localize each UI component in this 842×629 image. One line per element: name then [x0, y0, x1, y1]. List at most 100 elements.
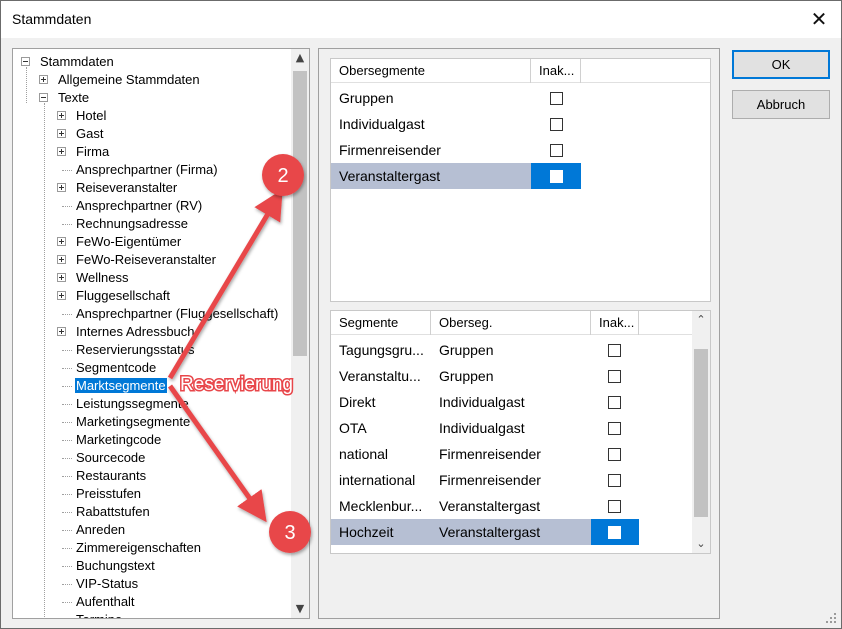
inaktiv-checkbox[interactable] [550, 144, 563, 157]
cell-inaktiv[interactable] [531, 111, 581, 137]
tree-item[interactable]: Ansprechpartner (Firma) [75, 161, 219, 179]
col-inaktiv[interactable]: Inak... [531, 59, 581, 83]
tree-item[interactable]: Stammdaten [39, 53, 115, 71]
tree-item[interactable]: Rechnungsadresse [75, 215, 189, 233]
table-row[interactable]: Mecklenbur... Veranstaltergast [331, 493, 710, 519]
tree-item[interactable]: FeWo-Eigentümer [75, 233, 182, 251]
tree-scrollbar[interactable]: ▲ ▼ [291, 49, 309, 618]
inaktiv-checkbox[interactable] [608, 474, 621, 487]
tree-item[interactable]: Ansprechpartner (Fluggesellschaft) [75, 305, 279, 323]
segmente-scrollbar[interactable]: ⌃ ⌄ [692, 311, 710, 553]
col-segmente[interactable]: Segmente [331, 311, 431, 335]
tree-item[interactable]: Gast [75, 125, 104, 143]
inaktiv-checkbox[interactable] [608, 422, 621, 435]
cell-inaktiv[interactable] [591, 363, 639, 389]
expand-icon[interactable] [57, 291, 66, 300]
tree-item[interactable]: Reiseveranstalter [75, 179, 178, 197]
ok-button[interactable]: OK [732, 50, 830, 79]
table-row[interactable]: Individualgast [331, 111, 710, 137]
inaktiv-checkbox[interactable] [608, 448, 621, 461]
table-row[interactable]: Gruppen [331, 85, 710, 111]
scroll-up-icon[interactable]: ⌃ [692, 311, 710, 329]
inaktiv-checkbox[interactable] [550, 92, 563, 105]
tree-item[interactable]: Sourcecode [75, 449, 146, 467]
tree-item[interactable]: Marketingcode [75, 431, 162, 449]
table-row[interactable]: OTA Individualgast [331, 415, 710, 441]
cell-inaktiv[interactable] [591, 467, 639, 493]
cell-inaktiv[interactable] [531, 137, 581, 163]
cell-inaktiv[interactable] [591, 519, 639, 545]
cell-inaktiv[interactable] [591, 415, 639, 441]
tree-item[interactable]: Wellness [75, 269, 130, 287]
col-obersegmente[interactable]: Obersegmente [331, 59, 531, 83]
close-icon[interactable]: ✕ [797, 1, 841, 38]
inaktiv-checkbox[interactable] [550, 118, 563, 131]
col-oberseg[interactable]: Oberseg. [431, 311, 591, 335]
expand-icon[interactable] [57, 273, 66, 282]
expand-icon[interactable] [57, 183, 66, 192]
expand-icon[interactable] [57, 255, 66, 264]
segmente-scroll-thumb[interactable] [694, 349, 708, 517]
scroll-down-icon[interactable]: ▼ [291, 600, 309, 618]
expand-icon[interactable] [39, 75, 48, 84]
cell-inaktiv[interactable] [591, 337, 639, 363]
inaktiv-checkbox[interactable] [608, 526, 621, 539]
tree-item[interactable]: Marktsegmente [75, 377, 167, 395]
obersegmente-grid[interactable]: Obersegmente Inak... Gruppen Individualga… [330, 58, 711, 302]
inaktiv-checkbox[interactable] [608, 500, 621, 513]
inaktiv-checkbox[interactable] [550, 170, 563, 183]
tree-item[interactable]: VIP-Status [75, 575, 139, 593]
inaktiv-checkbox[interactable] [608, 396, 621, 409]
tree-item[interactable]: Marketingsegmente [75, 413, 191, 431]
table-row[interactable]: international Firmenreisender [331, 467, 710, 493]
expand-icon[interactable] [57, 327, 66, 336]
cell-inaktiv[interactable] [591, 441, 639, 467]
inaktiv-checkbox[interactable] [608, 344, 621, 357]
cell-inaktiv[interactable] [591, 493, 639, 519]
expand-icon[interactable] [57, 147, 66, 156]
cancel-button[interactable]: Abbruch [732, 90, 830, 119]
resize-grip-icon[interactable] [825, 612, 837, 624]
tree-item[interactable]: Preisstufen [75, 485, 142, 503]
cell-inaktiv[interactable] [591, 389, 639, 415]
tree-view[interactable]: Stammdaten Allgemeine Stammdaten Texte Hote… [12, 48, 310, 619]
tree-item[interactable]: Aufenthalt [75, 593, 136, 611]
scroll-down-icon[interactable]: ⌄ [692, 535, 710, 553]
tree-item[interactable]: Termine [75, 611, 123, 618]
cell-inaktiv[interactable] [531, 163, 581, 189]
table-row[interactable]: Tagungsgru... Gruppen [331, 337, 710, 363]
tree-item[interactable]: Restaurants [75, 467, 147, 485]
table-row[interactable]: Veranstaltergast [331, 163, 710, 189]
expand-icon[interactable] [57, 129, 66, 138]
tree-item[interactable]: Hotel [75, 107, 107, 125]
tree-item[interactable]: FeWo-Reiseveranstalter [75, 251, 217, 269]
segmente-grid[interactable]: Segmente Oberseg. Inak... Tagungsgru... G… [330, 310, 711, 554]
table-row[interactable]: Direkt Individualgast [331, 389, 710, 415]
tree-item[interactable]: Fluggesellschaft [75, 287, 171, 305]
tree-item[interactable]: Firma [75, 143, 110, 161]
table-row[interactable]: national Firmenreisender [331, 441, 710, 467]
tree-item[interactable]: Reservierungsstatus [75, 341, 196, 359]
inaktiv-checkbox[interactable] [608, 370, 621, 383]
tree-scroll-thumb[interactable] [293, 71, 307, 356]
tree-item[interactable]: Segmentcode [75, 359, 157, 377]
expand-icon[interactable] [57, 237, 66, 246]
col-inaktiv[interactable]: Inak... [591, 311, 639, 335]
tree-item[interactable]: Rabattstufen [75, 503, 151, 521]
tree-item[interactable]: Internes Adressbuch [75, 323, 196, 341]
scroll-up-icon[interactable]: ▲ [291, 49, 309, 67]
tree-item[interactable]: Allgemeine Stammdaten [57, 71, 201, 89]
tree-item[interactable]: Ansprechpartner (RV) [75, 197, 203, 215]
cell-inaktiv[interactable] [531, 85, 581, 111]
tree-item[interactable]: Buchungstext [75, 557, 156, 575]
table-row[interactable]: Veranstaltu... Gruppen [331, 363, 710, 389]
collapse-icon[interactable] [21, 57, 30, 66]
tree-item[interactable]: Leistungssegmente [75, 395, 190, 413]
table-row[interactable]: Hochzeit Veranstaltergast [331, 519, 710, 545]
collapse-icon[interactable] [39, 93, 48, 102]
expand-icon[interactable] [57, 111, 66, 120]
table-row[interactable]: Firmenreisender [331, 137, 710, 163]
tree-item[interactable]: Anreden [75, 521, 126, 539]
tree-item[interactable]: Zimmereigenschaften [75, 539, 202, 557]
tree-item[interactable]: Texte [57, 89, 90, 107]
